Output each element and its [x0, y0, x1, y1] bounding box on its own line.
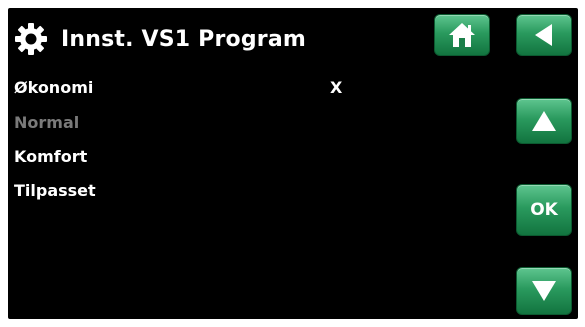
up-arrow-icon	[532, 111, 556, 131]
up-button[interactable]	[516, 98, 572, 144]
back-button[interactable]	[516, 14, 572, 56]
ok-button[interactable]: OK	[516, 184, 572, 236]
back-arrow-icon	[535, 24, 552, 46]
page-title: Innst. VS1 Program	[61, 26, 307, 52]
home-icon	[449, 23, 475, 47]
selected-marker: X	[330, 78, 343, 97]
down-button[interactable]	[516, 267, 572, 315]
gear-icon	[15, 23, 47, 55]
menu-item-normal: Normal	[14, 113, 80, 132]
header: Innst. VS1 Program	[14, 22, 306, 56]
ok-button-label: OK	[530, 200, 558, 220]
display-screen: Innst. VS1 Program Økonomi X Normal Komf…	[8, 8, 578, 319]
menu-item-komfort[interactable]: Komfort	[14, 147, 87, 166]
menu-item-okonomi[interactable]: Økonomi	[14, 78, 93, 97]
down-arrow-icon	[532, 281, 556, 301]
menu-item-tilpasset[interactable]: Tilpasset	[14, 181, 96, 200]
home-button[interactable]	[434, 14, 490, 56]
